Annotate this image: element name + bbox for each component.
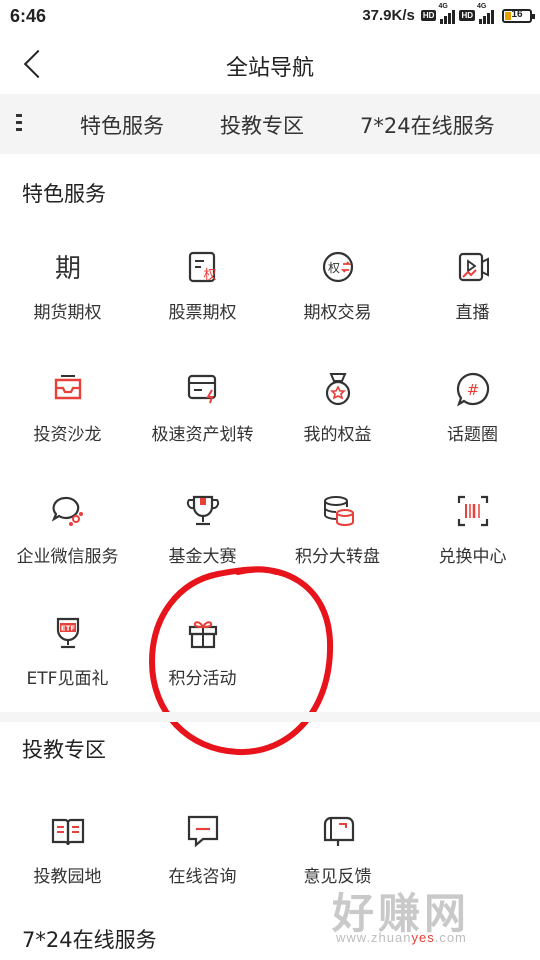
- grid-item-featured-1[interactable]: 权股票期权: [135, 222, 270, 344]
- scan-icon: [454, 492, 492, 530]
- grid-item-featured-8[interactable]: 企业微信服务: [0, 466, 135, 588]
- network-speed: 37.9K/s: [362, 7, 415, 24]
- section-title-online: 7*24在线服务: [22, 928, 157, 952]
- section-title-featured: 特色服务: [22, 182, 106, 206]
- trophy-icon: [184, 492, 222, 530]
- grid-item-label: 话题圈: [447, 425, 498, 445]
- grid-item-label: 我的权益: [303, 425, 372, 445]
- status-time: 6:46: [10, 6, 47, 26]
- tab-education[interactable]: 投教专区: [220, 110, 304, 140]
- grid-item-label: 股票期权: [168, 303, 237, 323]
- gift-icon: [184, 614, 222, 652]
- watermark-url: www.zhuanyes.com: [336, 930, 467, 945]
- futures-icon: 期: [49, 248, 87, 286]
- tab-bar: 特色服务 投教专区 7*24在线服务: [0, 94, 540, 154]
- status-bar: 6:46 37.9K/s HD 4G HD 4G 16: [0, 0, 540, 34]
- status-indicators: 37.9K/s HD 4G HD 4G 16: [362, 3, 535, 24]
- grid-item-education-0[interactable]: 投教园地: [0, 786, 135, 908]
- grid-item-label: 企业微信服务: [16, 547, 119, 567]
- grid-item-featured-11[interactable]: 兑换中心: [405, 466, 540, 588]
- stock-option-icon: 权: [184, 248, 222, 286]
- salon-icon: [49, 370, 87, 408]
- medal-icon: [319, 370, 357, 408]
- svg-text:ETF: ETF: [60, 625, 75, 633]
- hd-icon: HD: [420, 10, 437, 21]
- grid-item-featured-4[interactable]: 投资沙龙: [0, 344, 135, 466]
- grid-item-featured-12[interactable]: ETF ETF见面礼: [0, 588, 135, 710]
- svg-text:期: 期: [54, 254, 80, 284]
- grid-item-label: 兑换中心: [438, 547, 507, 567]
- coins-icon: [319, 492, 357, 530]
- grid-item-featured-13[interactable]: 积分活动: [135, 588, 270, 710]
- etf-icon: ETF: [49, 614, 87, 652]
- svg-text:#: #: [466, 381, 479, 399]
- battery-icon: 16: [502, 8, 535, 23]
- page-title: 全站导航: [225, 56, 314, 81]
- section-title-education: 投教专区: [22, 738, 106, 762]
- hd-icon-2: HD: [459, 10, 475, 21]
- grid-item-education-1[interactable]: 在线咨询: [135, 786, 270, 908]
- grid-item-label: 直播: [455, 303, 490, 323]
- grid-item-label: 积分活动: [168, 669, 237, 689]
- chat-icon: [184, 812, 222, 850]
- nav-header: 全站导航: [0, 34, 540, 94]
- option-trade-icon: 权: [319, 248, 357, 286]
- tab-online-service[interactable]: 7*24在线服务: [360, 110, 495, 140]
- svg-text:权: 权: [327, 261, 339, 275]
- grid-item-label: 投教园地: [33, 867, 102, 887]
- tab-featured[interactable]: 特色服务: [80, 110, 164, 140]
- grid-item-label: 基金大赛: [168, 547, 237, 567]
- topic-icon: #: [454, 370, 492, 408]
- tab-scroll-edge-icon: [12, 114, 22, 132]
- svg-text:权: 权: [203, 267, 216, 283]
- grid-item-featured-0[interactable]: 期期货期权: [0, 222, 135, 344]
- grid-item-label: 投资沙龙: [33, 425, 102, 445]
- grid-item-featured-7[interactable]: # 话题圈: [405, 344, 540, 466]
- grid-item-featured-2[interactable]: 权期权交易: [270, 222, 405, 344]
- grid-item-featured-3[interactable]: 直播: [405, 222, 540, 344]
- grid-item-label: 极速资产划转: [151, 425, 254, 445]
- grid-item-label: 在线咨询: [168, 867, 237, 887]
- section-divider: [0, 712, 540, 722]
- grid-item-label: 积分大转盘: [295, 547, 380, 567]
- site-watermark: 好赚网 www.zhuanyes.com: [330, 880, 530, 950]
- transfer-icon: [184, 370, 222, 408]
- grid-item-featured-5[interactable]: 极速资产划转: [135, 344, 270, 466]
- grid-item-label: 期货期权: [33, 303, 102, 323]
- mailbox-icon: [319, 812, 357, 850]
- grid-item-label: 期权交易: [303, 303, 372, 323]
- book-icon: [49, 812, 87, 850]
- live-icon: [454, 248, 492, 286]
- signal-icon-2: 4G: [477, 3, 494, 24]
- grid-item-featured-10[interactable]: 积分大转盘: [270, 466, 405, 588]
- signal-icon: 4G: [438, 3, 456, 24]
- grid-item-featured-9[interactable]: 基金大赛: [135, 466, 270, 588]
- grid-item-featured-6[interactable]: 我的权益: [270, 344, 405, 466]
- wechat-icon: [49, 492, 87, 530]
- grid-item-label: ETF见面礼: [26, 669, 109, 689]
